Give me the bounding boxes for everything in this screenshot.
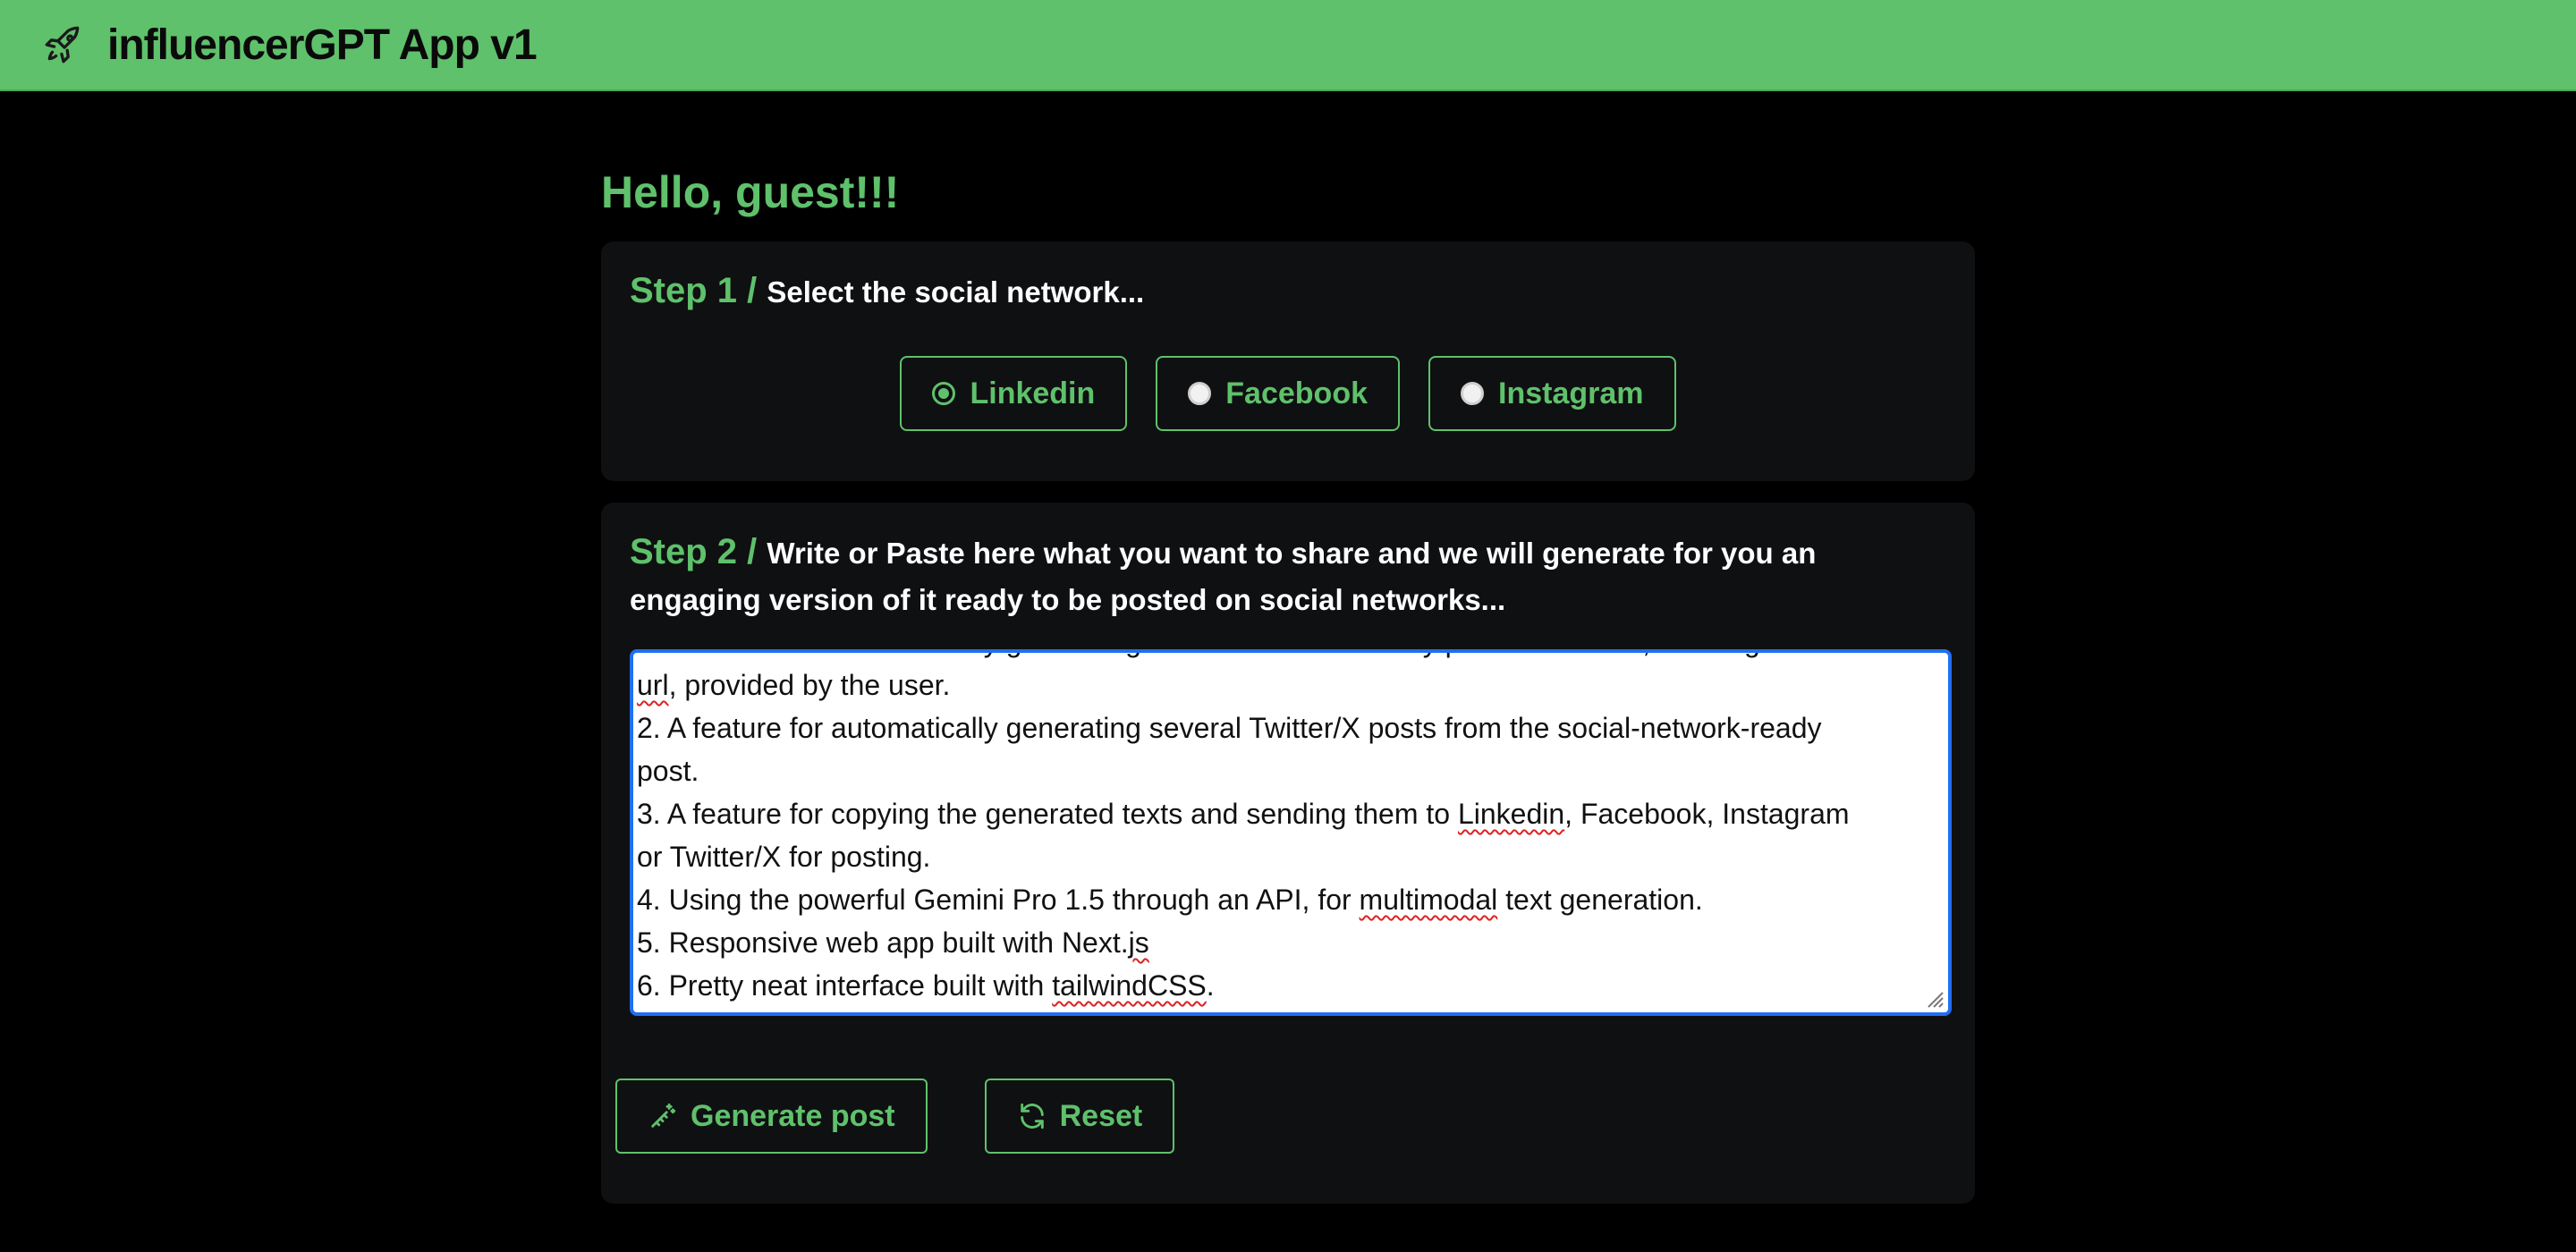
- option-label: Facebook: [1225, 376, 1368, 410]
- step1-card: Step 1 / Select the social network... Li…: [601, 241, 1975, 481]
- generate-post-button[interactable]: Generate post: [615, 1079, 928, 1154]
- option-label: Instagram: [1498, 376, 1644, 410]
- step1-label: Step 1 /: [630, 271, 758, 310]
- app-title: influencerGPT App v1: [107, 21, 538, 69]
- step1-description: Select the social network...: [767, 275, 1145, 309]
- reset-label: Reset: [1059, 1098, 1143, 1133]
- social-network-options: Linkedin Facebook Instagram: [630, 356, 1946, 431]
- reset-button[interactable]: Reset: [984, 1079, 1175, 1154]
- refresh-icon: [1020, 1103, 1044, 1129]
- post-text-input[interactable]: 1. A feature for automatically generatin…: [630, 649, 1952, 1016]
- text-line: 5. Responsive web app built with Next.js: [637, 926, 1149, 959]
- option-facebook[interactable]: Facebook: [1156, 356, 1400, 431]
- text-line: 3. A feature for copying the generated t…: [637, 798, 1850, 830]
- radio-unselected-icon: [1461, 382, 1484, 405]
- rocket-icon: [41, 22, 86, 67]
- option-linkedin[interactable]: Linkedin: [900, 356, 1128, 431]
- greeting-heading: Hello, guest!!!: [601, 167, 900, 217]
- app-header: influencerGPT App v1: [0, 0, 2576, 91]
- resize-handle-icon[interactable]: [1923, 987, 1945, 1009]
- radio-unselected-icon: [1188, 382, 1212, 405]
- text-line: 6. Pretty neat interface built with tail…: [637, 969, 1215, 1002]
- radio-selected-icon: [932, 382, 956, 405]
- magic-wand-icon: [651, 1103, 676, 1128]
- option-label: Linkedin: [970, 376, 1096, 410]
- text-line: post.: [637, 755, 699, 787]
- step2-heading: Step 2 / Write or Paste here what you wa…: [630, 529, 1946, 622]
- text-line: 1. A feature for automatically generatin…: [637, 653, 1937, 664]
- action-buttons: Generate post Reset: [615, 1079, 1175, 1154]
- option-instagram[interactable]: Instagram: [1428, 356, 1676, 431]
- generate-post-label: Generate post: [691, 1098, 895, 1133]
- step2-description: Write or Paste here what you want to sha…: [630, 537, 1817, 616]
- main-content: Hello, guest!!! Step 1 / Select the soci…: [601, 161, 1975, 1204]
- text-line: or Twitter/X for posting.: [637, 841, 931, 873]
- post-text-content[interactable]: 1. A feature for automatically generatin…: [637, 653, 1937, 1007]
- text-line: 4. Using the powerful Gemini Pro 1.5 thr…: [637, 884, 1703, 916]
- text-line: url, provided by the user.: [637, 669, 951, 701]
- step1-heading: Step 1 / Select the social network...: [630, 268, 1946, 315]
- text-line: 2. A feature for automatically generatin…: [637, 712, 1822, 744]
- step2-label: Step 2 /: [630, 532, 758, 571]
